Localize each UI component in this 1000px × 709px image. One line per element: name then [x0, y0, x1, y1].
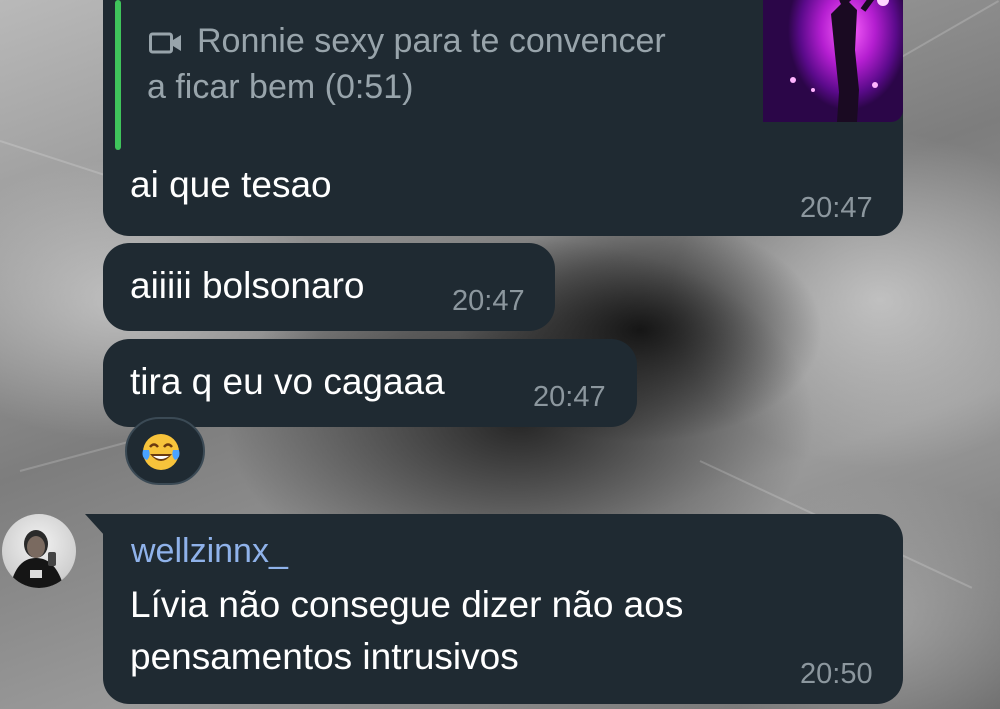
performer-silhouette	[790, 0, 889, 122]
message-bubble[interactable]: wellzinnx_ Lívia não consegue dizer não …	[103, 514, 903, 704]
reply-quote[interactable]: Pri RRB Ronnie sexy para te convencer a …	[113, 0, 903, 150]
avatar-photo	[10, 530, 64, 588]
reply-preview-line2: a ficar bem (0:51)	[147, 68, 414, 106]
video-camera-icon	[149, 32, 181, 54]
message-bubble[interactable]: tira q eu vo cagaaa 20:47	[103, 339, 637, 427]
message-bubble-reply[interactable]: Pri RRB Ronnie sexy para te convencer a …	[103, 0, 903, 236]
message-bubble[interactable]: aiiiii bolsonaro 20:47	[103, 243, 555, 331]
reply-accent-bar	[115, 0, 121, 150]
reply-author: Pri RRB	[147, 0, 275, 9]
message-time: 20:47	[800, 192, 873, 224]
message-time: 20:47	[533, 381, 606, 413]
message-text: aiiiii bolsonaro	[130, 265, 365, 306]
message-time: 20:50	[800, 658, 873, 690]
message-time: 20:47	[452, 285, 525, 317]
message-text-line1: Lívia não consegue dizer não aos	[130, 584, 684, 625]
face-with-tears-of-joy-icon	[142, 434, 180, 470]
message-text: tira q eu vo cagaaa	[130, 361, 445, 402]
reaction-chip[interactable]	[125, 417, 205, 485]
reply-preview-line1: Ronnie sexy para te convencer	[197, 22, 666, 60]
message-text: ai que tesao	[130, 164, 332, 205]
bubble-tail	[85, 514, 105, 536]
video-thumbnail[interactable]	[763, 0, 903, 122]
message-text-line2: pensamentos intrusivos	[130, 636, 519, 677]
user-avatar[interactable]	[2, 514, 76, 588]
sender-name[interactable]: wellzinnx_	[131, 532, 288, 571]
